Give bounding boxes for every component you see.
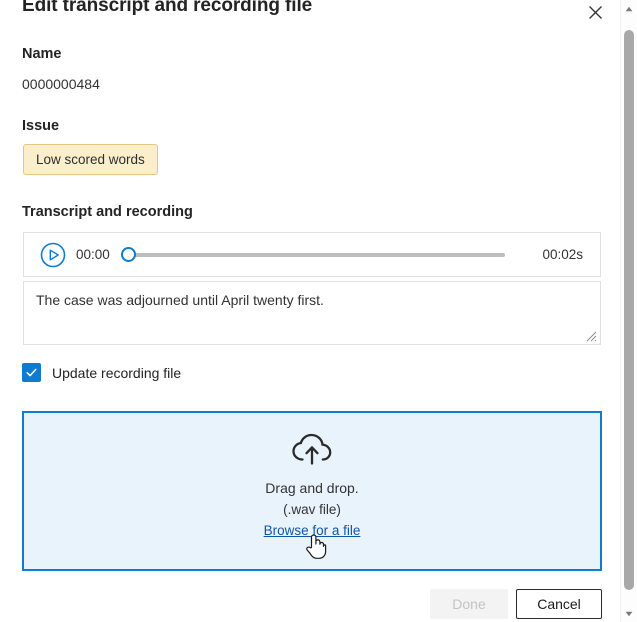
transcript-textarea[interactable] — [23, 281, 601, 345]
scrollbar-up-button[interactable] — [621, 0, 637, 17]
update-recording-checkbox[interactable] — [22, 363, 41, 382]
dropzone-primary-text: Drag and drop. — [265, 480, 359, 496]
dropzone-filetype-text: (.wav file) — [283, 502, 341, 517]
dialog-header: Edit transcript and recording file — [0, 0, 620, 30]
browse-for-file-link[interactable]: Browse for a file — [264, 523, 361, 538]
cancel-button[interactable]: Cancel — [516, 589, 602, 619]
play-icon[interactable] — [40, 242, 66, 268]
caret-up-icon — [625, 6, 633, 11]
transcript-section-label: Transcript and recording — [22, 204, 193, 220]
file-dropzone[interactable]: Drag and drop. (.wav file) Browse for a … — [22, 411, 602, 571]
close-button[interactable] — [583, 0, 607, 24]
scrollbar-down-button[interactable] — [621, 605, 637, 622]
update-recording-checkbox-row[interactable]: Update recording file — [22, 363, 181, 382]
slider-thumb[interactable] — [120, 247, 136, 262]
checkmark-icon — [26, 368, 37, 377]
caret-down-icon — [625, 611, 633, 616]
done-button[interactable]: Done — [430, 589, 508, 619]
current-time: 00:00 — [76, 247, 110, 262]
update-recording-label: Update recording file — [52, 364, 182, 381]
total-time: 00:02s — [542, 247, 583, 262]
issue-label: Issue — [22, 118, 60, 134]
slider-track — [130, 252, 506, 257]
scrollbar-thumb[interactable] — [624, 30, 634, 590]
vertical-scrollbar[interactable] — [620, 0, 637, 622]
name-label: Name — [22, 46, 62, 62]
audio-progress-slider[interactable] — [120, 242, 537, 268]
edit-transcript-dialog: Edit transcript and recording file Name … — [0, 0, 620, 622]
audio-player: 00:00 00:02s — [23, 232, 601, 277]
dialog-title: Edit transcript and recording file — [22, 0, 313, 16]
close-icon — [588, 5, 602, 19]
name-value: 0000000484 — [22, 76, 100, 92]
issue-badge: Low scored words — [23, 144, 158, 175]
cloud-upload-icon — [292, 433, 332, 465]
